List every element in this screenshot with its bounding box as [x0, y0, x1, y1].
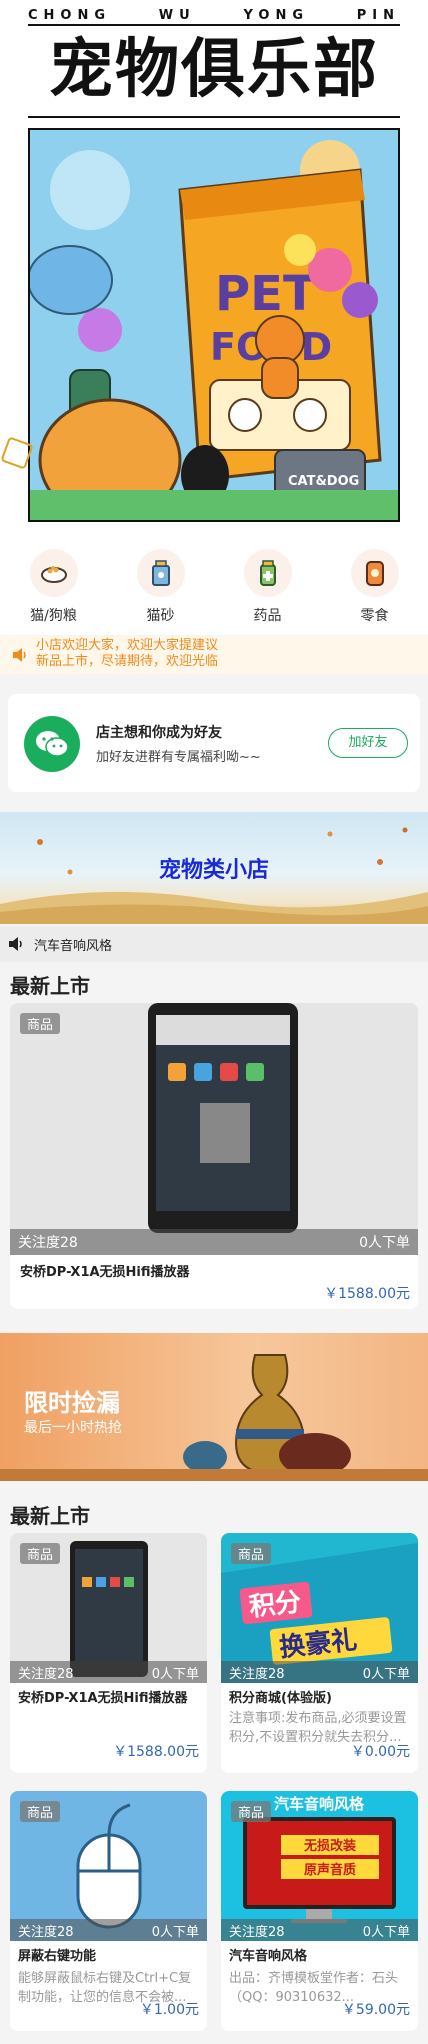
category-nav: 猫/狗粮 猫砂 药品 零食 — [0, 535, 428, 635]
pinyin-tagline: CHONG WU YONG PIN — [28, 8, 400, 23]
page: CHONG WU YONG PIN 宠物俱乐部 PET FOOD — [0, 0, 428, 2044]
product-price: ￥1588.00元 — [113, 1744, 199, 1760]
product-card[interactable]: 商品 关注度28 0人下单 安桥DP-X1A无损Hifi播放器 ￥1588.00… — [10, 1533, 207, 1773]
product-name: 安桥DP-X1A无损Hifi播放器 — [20, 1265, 190, 1280]
template-text: 原声音质 — [304, 1862, 356, 1878]
flash-sale-banner[interactable]: 限时捡漏 最后一小时热抢 — [0, 1333, 428, 1481]
product-price: ￥0.00元 — [350, 1744, 410, 1760]
attention-count: 关注度28 — [229, 1666, 285, 1682]
audio-notice-text: 汽车音响风格 — [34, 939, 113, 954]
notice-line: 小店欢迎大家，欢迎大家提建议 — [36, 638, 219, 653]
order-count: 0人下单 — [362, 1666, 410, 1682]
speaker-icon — [9, 937, 22, 951]
notice-line: 新品上市，尽请期待，欢迎光临 — [36, 654, 219, 669]
divider — [28, 24, 400, 26]
medicine-icon — [243, 549, 292, 597]
product-badge: 商品 — [231, 1801, 272, 1822]
promo-subtitle: 最后一小时热抢 — [24, 1420, 122, 1436]
product-card[interactable]: 商品 关注度28 0人下单 安桥DP-X1A无损Hifi播放器 ￥1588.00… — [10, 1003, 418, 1309]
cat-litter-icon — [136, 549, 185, 597]
product-card[interactable]: 积分 换豪礼 商品 关注度28 0人下单 积分商城(体验版) 注意事项:发布商品… — [221, 1533, 418, 1773]
svg-text:CAT&DOG: CAT&DOG — [288, 474, 359, 489]
speaker-icon — [13, 648, 26, 662]
friend-card-subtitle: 加好友进群有专属福利呦~~ — [96, 750, 261, 765]
notice-text: 小店欢迎大家，欢迎大家提建议 新品上市，尽请期待，欢迎光临 — [36, 638, 218, 670]
product-name: 屏蔽右键功能 — [18, 1949, 97, 1964]
product-image: 商品 关注度28 0人下单 — [10, 1003, 418, 1255]
template-text: 无损改装 — [303, 1838, 356, 1854]
product-badge: 商品 — [20, 1801, 61, 1822]
product-name: 积分商城(体验版) — [229, 1691, 332, 1706]
category-label: 零食 — [360, 608, 389, 624]
product-image: 汽车音响风格 无损改装 原声音质 商品 关注度28 0人下单 — [221, 1791, 418, 1941]
product-stats-strip: 关注度28 0人下单 — [10, 1229, 418, 1255]
section-title: 最新上市 — [10, 974, 90, 998]
attention-count: 关注度28 — [18, 1924, 74, 1940]
divider — [28, 116, 400, 118]
order-count: 0人下单 — [362, 1924, 410, 1940]
order-count: 0人下单 — [359, 1235, 410, 1251]
product-name: 安桥DP-X1A无损Hifi播放器 — [18, 1691, 188, 1706]
category-label: 药品 — [253, 608, 282, 624]
product-image: 积分 换豪礼 商品 关注度28 0人下单 — [221, 1533, 418, 1683]
pet-food-bowl-icon — [29, 549, 78, 597]
attention-count: 关注度28 — [229, 1924, 285, 1940]
category-label: 猫砂 — [146, 608, 175, 624]
snack-icon — [350, 549, 399, 597]
hero-poster-image[interactable]: PET FOOD — [28, 128, 400, 522]
order-count: 0人下单 — [151, 1666, 199, 1682]
shop-banner[interactable]: 宠物类小店 — [0, 812, 428, 924]
friend-card-title: 店主想和你成为好友 — [96, 725, 222, 741]
pinyin-word: YONG — [243, 8, 309, 23]
pinyin-word: CHONG — [28, 8, 112, 23]
pet-food-illustration: PET FOOD — [30, 130, 398, 520]
audio-notice-bar[interactable]: 汽车音响风格 — [0, 926, 428, 962]
order-count: 0人下单 — [151, 1924, 199, 1940]
category-item-snack[interactable]: 零食 — [330, 549, 420, 635]
product-badge: 商品 — [20, 1543, 61, 1564]
shop-banner-title: 宠物类小店 — [158, 858, 269, 883]
attention-count: 关注度28 — [18, 1235, 78, 1251]
product-image: 商品 关注度28 0人下单 — [10, 1791, 207, 1941]
notice-marquee[interactable]: 小店欢迎大家，欢迎大家提建议 新品上市，尽请期待，欢迎光临 — [0, 636, 428, 674]
product-card[interactable]: 汽车音响风格 无损改装 原声音质 商品 关注度28 0人下单 汽车音响风格 出品… — [221, 1791, 418, 2031]
pinyin-word: WU — [158, 8, 196, 23]
category-item-litter[interactable]: 猫砂 — [116, 549, 206, 635]
svg-text:PET: PET — [215, 266, 316, 322]
product-price: ￥1588.00元 — [324, 1286, 410, 1302]
pinyin-word: PIN — [356, 8, 400, 23]
product-price: ￥59.00元 — [341, 2002, 410, 2018]
add-friend-card: 店主想和你成为好友 加好友进群有专属福利呦~~ 加好友 — [8, 694, 420, 792]
product-name: 汽车音响风格 — [229, 1949, 308, 1964]
wechat-icon — [24, 716, 80, 772]
product-stats-strip: 关注度28 0人下单 — [221, 1919, 418, 1941]
product-badge: 商品 — [231, 1543, 272, 1564]
category-label: 猫/狗粮 — [30, 608, 77, 624]
product-price: ￥1.00元 — [139, 2002, 199, 2018]
product-badge: 商品 — [20, 1013, 61, 1034]
product-stats-strip: 关注度28 0人下单 — [10, 1919, 207, 1941]
poster-text: 积分 — [248, 1587, 303, 1622]
promo-title: 限时捡漏 — [24, 1389, 120, 1417]
category-item-medicine[interactable]: 药品 — [223, 549, 313, 635]
add-friend-button[interactable]: 加好友 — [328, 728, 408, 758]
product-stats-strip: 关注度28 0人下单 — [221, 1661, 418, 1683]
page-title: 宠物俱乐部 — [49, 33, 379, 107]
product-image: 商品 关注度28 0人下单 — [10, 1533, 207, 1683]
category-item-food[interactable]: 猫/狗粮 — [9, 549, 99, 635]
product-stats-strip: 关注度28 0人下单 — [10, 1661, 207, 1683]
section-title: 最新上市 — [10, 1504, 90, 1528]
product-card[interactable]: 商品 关注度28 0人下单 屏蔽右键功能 能够屏蔽鼠标右键及Ctrl+C复制功能… — [10, 1791, 207, 2031]
attention-count: 关注度28 — [18, 1666, 74, 1682]
music-player-photo — [10, 1003, 418, 1255]
hero-header: CHONG WU YONG PIN 宠物俱乐部 PET FOOD — [0, 0, 428, 535]
template-title: 汽车音响风格 — [274, 1795, 365, 1813]
